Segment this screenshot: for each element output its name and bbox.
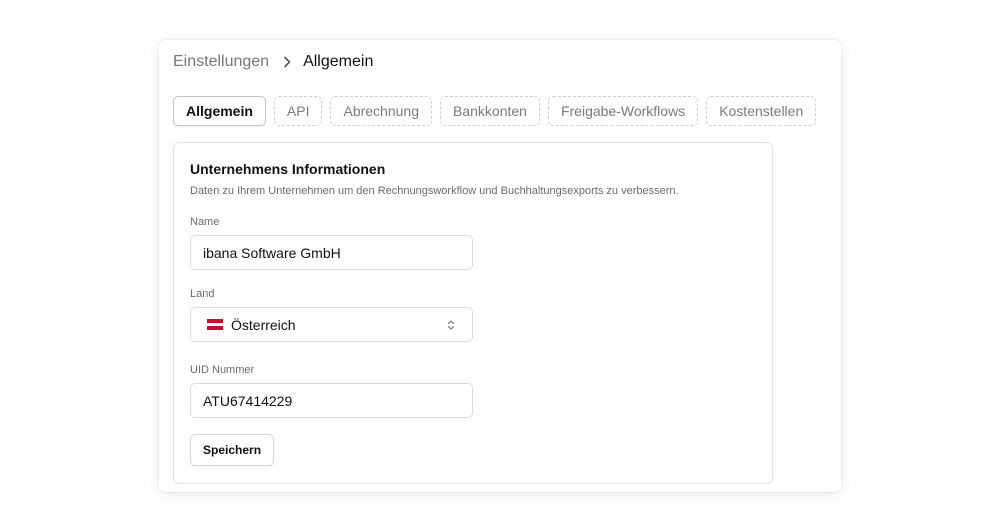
country-select-value: Österreich	[231, 316, 296, 333]
card-title: Unternehmens Informationen	[190, 161, 386, 177]
tab-abrechnung[interactable]: Abrechnung	[330, 96, 432, 126]
breadcrumb: Einstellungen Allgemein	[173, 52, 373, 72]
country-select[interactable]: Österreich	[190, 307, 473, 342]
save-button[interactable]: Speichern	[190, 434, 275, 466]
chevron-right-icon	[283, 56, 291, 68]
breadcrumb-parent[interactable]: Einstellungen	[173, 53, 269, 71]
country-label: Land	[190, 288, 215, 300]
tab-allgemein[interactable]: Allgemein	[173, 96, 266, 126]
name-field[interactable]	[190, 235, 473, 270]
company-info-card: Unternehmens Informationen Daten zu Ihre…	[173, 142, 773, 484]
settings-panel: Einstellungen Allgemein Allgemein API Ab…	[159, 40, 841, 492]
austria-flag-icon	[207, 319, 223, 331]
name-label: Name	[190, 216, 220, 228]
uid-label: UID Nummer	[190, 364, 255, 376]
breadcrumb-current: Allgemein	[303, 53, 374, 70]
chevron-up-down-icon	[446, 319, 456, 331]
tab-kostenstellen[interactable]: Kostenstellen	[706, 96, 817, 126]
tab-freigabe-workflows[interactable]: Freigabe-Workflows	[547, 96, 699, 126]
tab-api[interactable]: API	[273, 96, 323, 126]
uid-field[interactable]	[190, 383, 473, 418]
card-description: Daten zu Ihrem Unternehmen um den Rechnu…	[190, 185, 679, 197]
settings-tabs: Allgemein API Abrechnung Bankkonten Frei…	[173, 96, 817, 126]
tab-bankkonten[interactable]: Bankkonten	[440, 96, 540, 126]
